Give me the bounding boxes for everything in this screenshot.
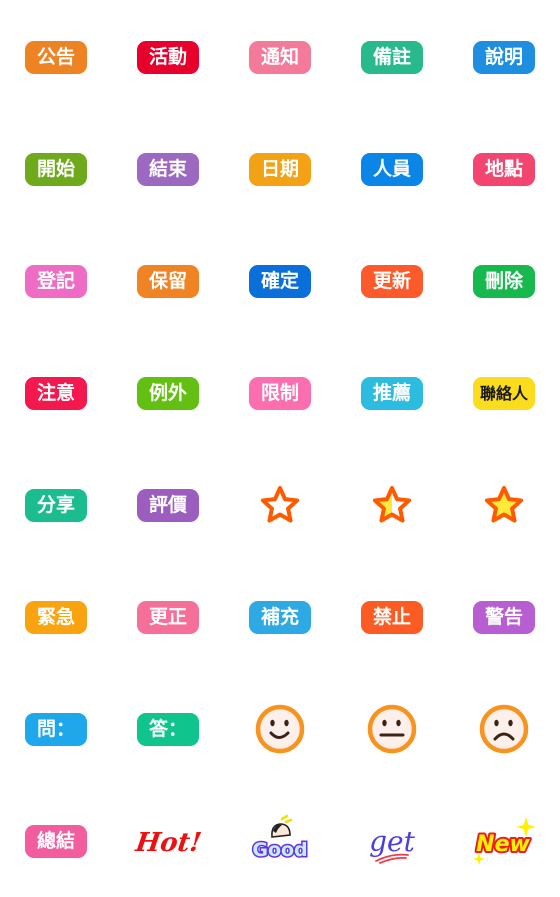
badge-register[interactable]: 登記: [25, 264, 87, 298]
star-empty-icon[interactable]: [258, 483, 302, 527]
badge-share[interactable]: 分享: [25, 488, 87, 522]
badge-date[interactable]: 日期: [249, 152, 311, 186]
word-good[interactable]: Good: [240, 811, 320, 871]
badge-urgent[interactable]: 緊急: [25, 600, 87, 634]
badge-question[interactable]: 問：: [25, 712, 87, 746]
sticker-cell[interactable]: 備註: [336, 1, 448, 113]
face-happy-icon[interactable]: [252, 701, 308, 757]
sticker-cell[interactable]: 更新: [336, 225, 448, 337]
badge-limit[interactable]: 限制: [249, 376, 311, 410]
sticker-cell[interactable]: 緊急: [0, 561, 112, 673]
badge-contact[interactable]: 聯絡人: [473, 376, 535, 410]
badge-remark[interactable]: 備註: [361, 40, 423, 74]
face-sad-icon[interactable]: [476, 701, 532, 757]
sticker-cell[interactable]: 禁止: [336, 561, 448, 673]
badge-review[interactable]: 評價: [137, 488, 199, 522]
peeking-character-icon: [271, 814, 293, 838]
sticker-cell[interactable]: 評價: [112, 449, 224, 561]
sticker-cell[interactable]: 人員: [336, 113, 448, 225]
sticker-cell[interactable]: 警告: [448, 561, 560, 673]
word-new[interactable]: New: [464, 811, 544, 871]
sticker-cell[interactable]: 推薦: [336, 337, 448, 449]
badge-summary[interactable]: 總結: [25, 824, 87, 858]
sticker-cell[interactable]: 更正: [112, 561, 224, 673]
sticker-cell[interactable]: 活動: [112, 1, 224, 113]
sticker-cell[interactable]: 限制: [224, 337, 336, 449]
sticker-cell[interactable]: 日期: [224, 113, 336, 225]
sticker-cell[interactable]: 注意: [0, 337, 112, 449]
badge-notice[interactable]: 通知: [249, 40, 311, 74]
sticker-cell[interactable]: New: [448, 785, 560, 897]
sticker-cell[interactable]: 說明: [448, 1, 560, 113]
star-full-icon[interactable]: [482, 483, 526, 527]
badge-announcement[interactable]: 公告: [25, 40, 87, 74]
badge-explanation[interactable]: 說明: [473, 40, 535, 74]
word-hot[interactable]: Hot!: [128, 811, 208, 871]
sticker-cell[interactable]: 通知: [224, 1, 336, 113]
sticker-cell[interactable]: [224, 673, 336, 785]
badge-location[interactable]: 地點: [473, 152, 535, 186]
sticker-cell[interactable]: [336, 673, 448, 785]
badge-reserve[interactable]: 保留: [137, 264, 199, 298]
sticker-cell[interactable]: 答：: [112, 673, 224, 785]
word-new-text: New: [476, 832, 530, 857]
badge-attention[interactable]: 注意: [25, 376, 87, 410]
sticker-cell[interactable]: 分享: [0, 449, 112, 561]
sticker-cell[interactable]: 公告: [0, 1, 112, 113]
sticker-cell[interactable]: Good: [224, 785, 336, 897]
sticker-cell[interactable]: 登記: [0, 225, 112, 337]
word-get[interactable]: get: [352, 811, 432, 871]
sticker-cell[interactable]: 保留: [112, 225, 224, 337]
sticker-cell[interactable]: 開始: [0, 113, 112, 225]
sticker-cell[interactable]: 總結: [0, 785, 112, 897]
sticker-cell[interactable]: 補充: [224, 561, 336, 673]
badge-update[interactable]: 更新: [361, 264, 423, 298]
sticker-cell[interactable]: [448, 673, 560, 785]
badge-correction[interactable]: 更正: [137, 600, 199, 634]
badge-supplement[interactable]: 補充: [249, 600, 311, 634]
badge-confirm[interactable]: 確定: [249, 264, 311, 298]
word-get-text: get: [369, 825, 415, 858]
badge-warning[interactable]: 警告: [473, 600, 535, 634]
badge-end[interactable]: 結束: [137, 152, 199, 186]
sticker-cell[interactable]: 刪除: [448, 225, 560, 337]
badge-delete[interactable]: 刪除: [473, 264, 535, 298]
star-half-icon[interactable]: [370, 483, 414, 527]
badge-event[interactable]: 活動: [137, 40, 199, 74]
sticker-cell[interactable]: get: [336, 785, 448, 897]
badge-exception[interactable]: 例外: [137, 376, 199, 410]
sticker-cell[interactable]: 問：: [0, 673, 112, 785]
sticker-cell[interactable]: 聯絡人: [448, 337, 560, 449]
sticker-cell[interactable]: 地點: [448, 113, 560, 225]
sticker-cell[interactable]: 結束: [112, 113, 224, 225]
badge-prohibited[interactable]: 禁止: [361, 600, 423, 634]
badge-staff[interactable]: 人員: [361, 152, 423, 186]
sticker-cell[interactable]: Hot!: [112, 785, 224, 897]
sticker-cell[interactable]: [336, 449, 448, 561]
word-good-text: Good: [252, 839, 307, 861]
sticker-grid: 公告 活動 通知 備註 說明開始 結束 日期 人員 地點登記 保留 確定 更新 刪除注意 例外 限制 推薦 聯絡…: [0, 0, 560, 896]
word-hot-text: Hot!: [133, 827, 204, 858]
badge-start[interactable]: 開始: [25, 152, 87, 186]
sticker-cell[interactable]: 例外: [112, 337, 224, 449]
sticker-cell[interactable]: [224, 449, 336, 561]
sticker-cell[interactable]: 確定: [224, 225, 336, 337]
badge-recommend[interactable]: 推薦: [361, 376, 423, 410]
sticker-cell[interactable]: [448, 449, 560, 561]
face-neutral-icon[interactable]: [364, 701, 420, 757]
badge-answer[interactable]: 答：: [137, 712, 199, 746]
